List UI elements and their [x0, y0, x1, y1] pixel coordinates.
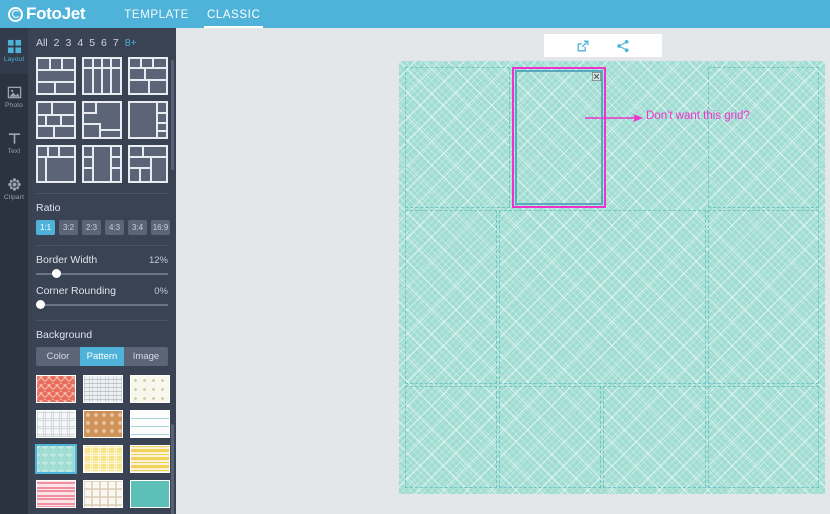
border-width-knob[interactable] — [51, 269, 61, 278]
bg-tab-image[interactable]: Image — [124, 347, 168, 366]
filter-8plus[interactable]: 8+ — [125, 37, 137, 49]
brand-logo[interactable]: FotoJet — [8, 4, 86, 24]
pattern-white-lines-dots[interactable] — [130, 410, 170, 438]
layout-grid-icon — [7, 39, 21, 54]
pattern-coral-zigzag[interactable] — [36, 375, 76, 403]
layout-thumb-7[interactable] — [36, 145, 76, 183]
pattern-tan-dots[interactable] — [83, 410, 123, 438]
text-t-icon — [8, 133, 20, 144]
layout-scrollbar[interactable] — [171, 60, 174, 170]
brand-name: FotoJet — [26, 4, 86, 23]
background-tabs: Color Pattern Image — [36, 347, 168, 366]
layout-count-filters: All 2 3 4 5 6 7 8+ — [28, 28, 176, 57]
rail-item-layout[interactable]: Layout — [0, 28, 28, 74]
filter-5[interactable]: 5 — [89, 37, 95, 49]
corner-rounding-row: Corner Rounding 0% — [28, 285, 176, 297]
photo-image-icon — [7, 86, 21, 99]
corner-rounding-label: Corner Rounding — [36, 285, 116, 297]
pattern-cream-floral[interactable] — [130, 375, 170, 403]
tab-classic[interactable]: CLASSIC — [198, 0, 269, 28]
pattern-grey-wave[interactable] — [83, 375, 123, 403]
canvas-toolbar — [544, 34, 662, 57]
rail-item-clipart[interactable]: Clipart — [0, 166, 28, 212]
layout-thumb-8[interactable] — [82, 145, 122, 183]
corner-rounding-knob[interactable] — [36, 300, 45, 309]
grid-cell-8[interactable] — [499, 385, 602, 488]
grid-cell-1[interactable] — [405, 67, 510, 209]
ratio-4-3[interactable]: 4:3 — [105, 220, 124, 235]
grid-cell-9[interactable] — [603, 385, 706, 488]
spiral-logo-icon — [8, 6, 23, 22]
ratio-3-2[interactable]: 3:2 — [59, 220, 78, 235]
border-width-row: Border Width 12% — [28, 254, 176, 266]
selection-inner-border — [514, 70, 603, 206]
layout-thumbnail-grid — [28, 57, 176, 183]
layout-panel: All 2 3 4 5 6 7 8+ Ratio 1:1 3:2 2:3 4:3… — [28, 28, 176, 514]
layout-thumb-4[interactable] — [36, 101, 76, 139]
layout-thumb-5[interactable] — [82, 101, 122, 139]
rail-item-photo[interactable]: Photo — [0, 74, 28, 120]
pattern-pink-stripes[interactable] — [36, 480, 76, 508]
border-width-label: Border Width — [36, 254, 98, 266]
layout-thumb-3[interactable] — [128, 57, 168, 95]
pattern-yellow-wave[interactable] — [130, 445, 170, 473]
grid-cell-2-selected[interactable] — [511, 67, 606, 209]
pattern-white-grid[interactable] — [36, 410, 76, 438]
tab-template[interactable]: TEMPLATE — [115, 0, 198, 28]
grid-cell-3[interactable] — [707, 67, 819, 209]
pattern-ivory-grid[interactable] — [83, 480, 123, 508]
ratio-3-4[interactable]: 3:4 — [128, 220, 147, 235]
layout-thumb-6[interactable] — [128, 101, 168, 139]
rail-label-text: Text — [7, 148, 21, 155]
layout-thumb-9[interactable] — [128, 145, 168, 183]
panel-scrollbar[interactable] — [171, 424, 174, 514]
annotation-label: Don't want this grid? — [646, 110, 750, 122]
filter-3[interactable]: 3 — [66, 37, 72, 49]
border-width-slider[interactable] — [36, 269, 168, 278]
ratio-2-3[interactable]: 2:3 — [82, 220, 101, 235]
tool-rail: Layout Photo Text Clipart — [0, 28, 28, 514]
rail-item-text[interactable]: Text — [0, 120, 28, 166]
ratio-16-9[interactable]: 16:9 — [151, 220, 170, 235]
grid-cell-6[interactable] — [707, 210, 819, 384]
rail-label-layout: Layout — [3, 56, 25, 63]
clipart-flower-icon — [7, 178, 21, 191]
bg-tab-color[interactable]: Color — [36, 347, 80, 366]
background-title: Background — [36, 329, 93, 341]
pattern-swatch-grid — [28, 366, 176, 514]
cell-close-icon[interactable] — [591, 72, 601, 82]
fotojet-app: FotoJet TEMPLATE CLASSIC Layout Photo Te… — [0, 0, 830, 514]
canvas-stage: Don't want this grid? — [176, 28, 830, 514]
filter-all[interactable]: All — [36, 37, 48, 49]
filter-6[interactable]: 6 — [101, 37, 107, 49]
grid-cell-5[interactable] — [499, 210, 706, 384]
layout-thumb-1[interactable] — [36, 57, 76, 95]
ratio-options: 1:1 3:2 2:3 4:3 3:4 16:9 — [28, 220, 176, 235]
top-bar: FotoJet TEMPLATE CLASSIC — [0, 0, 830, 28]
filter-7[interactable]: 7 — [113, 37, 119, 49]
pattern-teal-crosshatch[interactable] — [35, 444, 77, 474]
pattern-yellow-grid[interactable] — [83, 445, 123, 473]
corner-rounding-slider[interactable] — [36, 300, 168, 309]
layout-thumb-2[interactable] — [82, 57, 122, 95]
ratio-1-1[interactable]: 1:1 — [36, 220, 55, 235]
bg-tab-pattern[interactable]: Pattern — [80, 347, 124, 366]
export-icon[interactable] — [576, 39, 590, 53]
grid-cell-7[interactable] — [405, 385, 497, 488]
rail-label-photo: Photo — [5, 102, 23, 109]
grid-cell-4[interactable] — [405, 210, 497, 384]
grid-cell-10[interactable] — [707, 385, 819, 488]
filter-2[interactable]: 2 — [54, 37, 60, 49]
filter-4[interactable]: 4 — [77, 37, 83, 49]
share-icon[interactable] — [616, 39, 630, 53]
border-width-value: 12% — [148, 254, 168, 266]
ratio-title: Ratio — [36, 202, 61, 214]
rail-label-clipart: Clipart — [3, 194, 25, 201]
corner-rounding-value: 0% — [154, 285, 168, 297]
top-navigation: TEMPLATE CLASSIC — [115, 0, 269, 28]
pattern-teal-solid[interactable] — [130, 480, 170, 508]
